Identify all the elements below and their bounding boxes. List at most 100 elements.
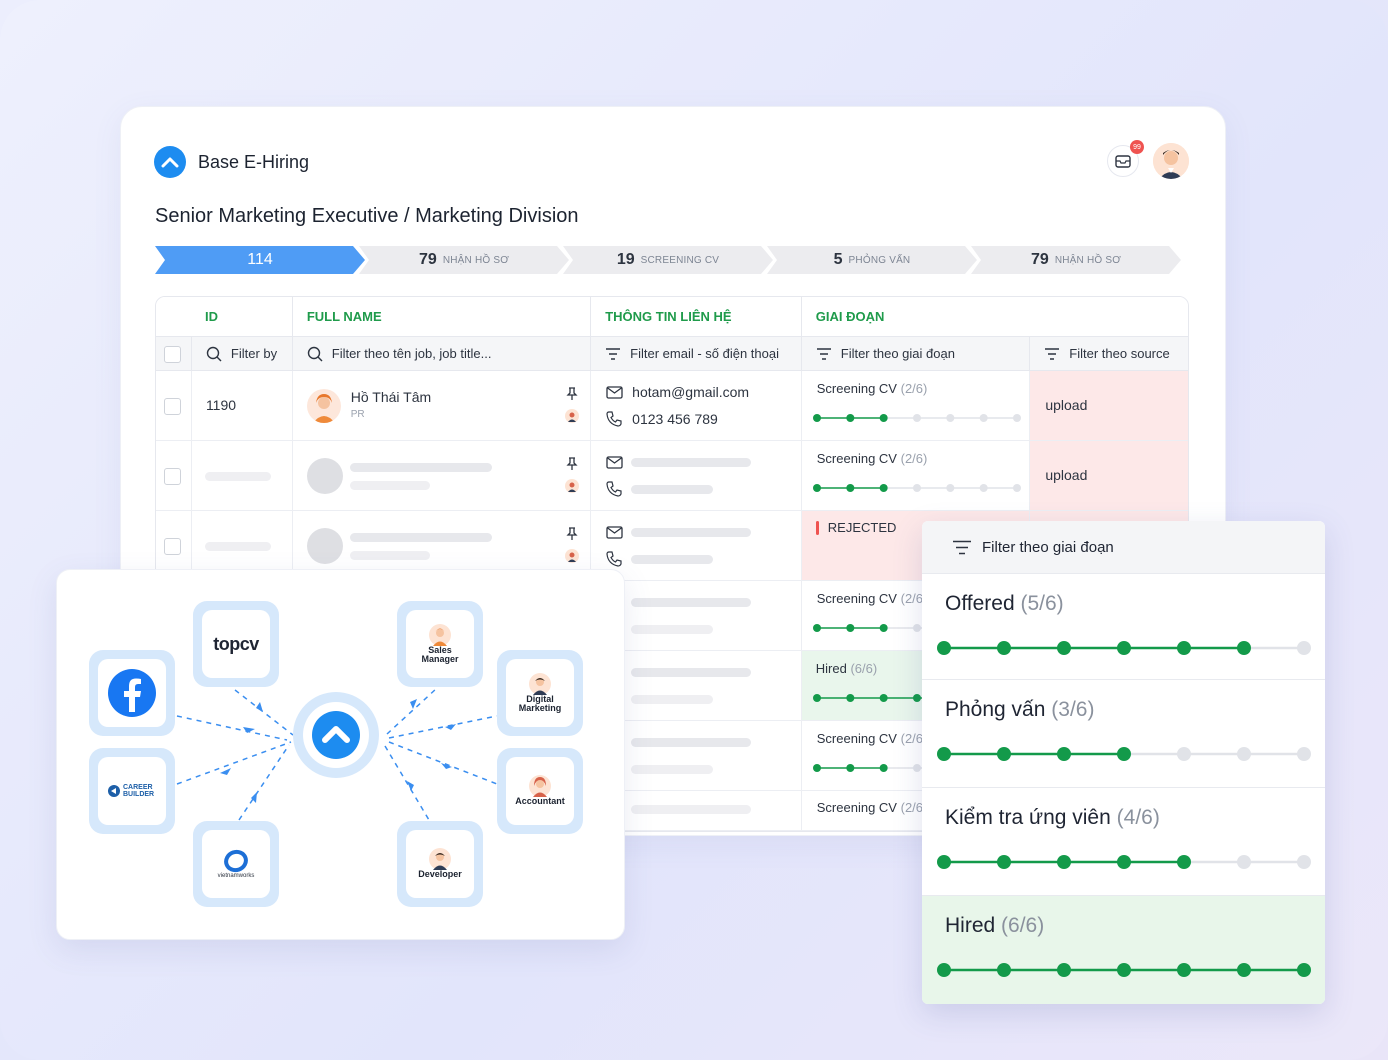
stage-label: Screening CV (2/6) — [816, 591, 928, 606]
progress-node — [1297, 747, 1311, 761]
stage-option-label: Hired (6/6) — [945, 914, 1045, 937]
placeholder — [631, 765, 714, 774]
candidate-role: PR — [350, 409, 365, 420]
column-full-name[interactable]: FULL NAME — [293, 297, 592, 336]
dest-digital-marketing[interactable]: Digital Marketing — [497, 650, 583, 736]
popup-title: Filter theo giai đoạn — [982, 538, 1114, 556]
stage-label: Hired (6/6) — [815, 661, 878, 676]
progress-node — [1057, 855, 1071, 869]
column-id[interactable]: ID — [156, 297, 293, 336]
stage-option-kiem-tra[interactable]: Kiểm tra ứng viên (4/6) — [922, 787, 1325, 893]
table-row[interactable]: Screening CV (2/6) upload — [156, 441, 1188, 511]
filter-source[interactable]: Filter theo source — [1030, 337, 1188, 370]
progress-node — [879, 694, 888, 702]
brand-name: Base E-Hiring — [198, 151, 310, 172]
popup-header: Filter theo giai đoạn — [922, 521, 1325, 573]
progress-node — [846, 414, 855, 422]
source-topcv[interactable]: topcv — [193, 601, 279, 687]
row-checkbox[interactable] — [164, 397, 181, 415]
progress-node — [946, 484, 955, 492]
dest-developer[interactable]: Developer — [397, 821, 483, 907]
progress-node — [846, 764, 855, 772]
source-careerbuilder[interactable]: CAREER BUILDER — [89, 748, 175, 834]
candidate-name[interactable]: Hồ Thái Tâm — [351, 389, 431, 405]
placeholder — [631, 668, 752, 677]
dest-accountant[interactable]: Accountant — [497, 748, 583, 834]
placeholder — [349, 463, 492, 472]
pipeline-stage-phong-van[interactable]: 5 PHỎNG VẤN — [767, 246, 977, 274]
progress-node — [1012, 484, 1021, 492]
progress-node — [979, 484, 988, 492]
assignee-avatar-icon[interactable] — [564, 409, 579, 423]
phone-icon — [606, 411, 622, 427]
stage-progress — [812, 484, 1021, 492]
stage-option-label: Offered (5/6) — [945, 592, 1064, 615]
filter-icon — [953, 540, 971, 554]
integration-diagram: topcv CAREER BUILDER vietnamworks Sales … — [56, 569, 625, 940]
filter-contact[interactable]: Filter email - số điện thoại — [591, 337, 802, 370]
filter-id[interactable]: Filter by — [192, 337, 293, 370]
stage-option-offered[interactable]: Offered (5/6) — [922, 573, 1325, 679]
column-contact[interactable]: THÔNG TIN LIÊN HỆ — [591, 297, 802, 336]
vietnamworks-logo: vietnamworks — [217, 872, 255, 879]
progress-node — [912, 694, 921, 702]
filter-name[interactable]: Filter theo tên job, job title... — [293, 337, 592, 370]
progress-node — [1057, 641, 1071, 655]
progress-node — [879, 484, 888, 492]
inbox-button[interactable]: 99 — [1107, 140, 1144, 177]
stage-label: Screening CV (2/6) — [816, 731, 928, 746]
pipeline-stage-all[interactable]: 114 — [155, 246, 365, 274]
pin-icon[interactable] — [566, 527, 578, 541]
placeholder — [631, 805, 752, 814]
column-stage[interactable]: GIAI ĐOẠN — [802, 297, 1188, 336]
search-icon — [307, 346, 323, 361]
placeholder — [631, 528, 752, 537]
select-all-checkbox[interactable] — [164, 345, 181, 363]
topcv-logo: topcv — [213, 633, 259, 654]
filter-stage[interactable]: Filter theo giai đoạn — [802, 337, 1031, 370]
placeholder — [631, 695, 714, 704]
stage-label: REJECTED — [827, 520, 897, 535]
stage-option-hired[interactable]: Hired (6/6) — [922, 895, 1325, 1004]
filter-icon — [606, 347, 621, 360]
digital-marketing-avatar-icon — [529, 672, 551, 695]
pin-icon[interactable] — [566, 457, 578, 471]
table-row[interactable]: 1190 Hồ Thái Tâm PR hotam@gmail.com 0123… — [156, 371, 1188, 441]
stage-filter-popup: Filter theo giai đoạn Offered (5/6) Phỏn… — [922, 521, 1325, 1004]
candidate-email[interactable]: hotam@gmail.com — [632, 384, 749, 400]
base-hub[interactable] — [293, 692, 379, 778]
source-facebook[interactable] — [89, 650, 175, 736]
user-avatar[interactable] — [1153, 143, 1189, 179]
placeholder — [631, 738, 752, 747]
progress-node — [946, 414, 955, 422]
page-title: Senior Marketing Executive / Marketing D… — [155, 205, 579, 227]
sales-manager-avatar-icon — [429, 623, 451, 646]
candidate-phone[interactable]: 0123 456 789 — [632, 411, 718, 427]
pin-icon[interactable] — [566, 387, 578, 401]
row-checkbox[interactable] — [164, 467, 181, 485]
stage-option-phong-van[interactable]: Phỏng vấn (3/6) — [922, 679, 1325, 785]
table-header: ID FULL NAME THÔNG TIN LIÊN HỆ GIAI ĐOẠN — [156, 297, 1188, 337]
row-checkbox[interactable] — [164, 537, 181, 555]
digital-marketing-label: Digital Marketing — [518, 693, 562, 713]
pipeline-stage-nhan-ho-so[interactable]: 79 NHẬN HỒ SƠ — [359, 246, 569, 274]
progress-node — [1177, 641, 1191, 655]
pipeline-stage-nhan-ho-so-2[interactable]: 79 NHẬN HỒ SƠ — [971, 246, 1181, 274]
stage-option-progress — [937, 963, 1311, 977]
brand[interactable]: Base E-Hiring — [154, 146, 309, 178]
progress-node — [812, 484, 821, 492]
pipeline-stage-screening[interactable]: 19 SCREENING CV — [563, 246, 773, 274]
stage-option-progress — [937, 641, 1311, 655]
notification-badge: 99 — [1130, 140, 1144, 154]
source-value: upload — [1045, 467, 1088, 483]
source-vietnamworks[interactable]: vietnamworks — [193, 821, 279, 907]
accountant-label: Accountant — [515, 796, 565, 807]
progress-node — [846, 624, 855, 632]
progress-node — [812, 764, 821, 772]
progress-node — [1177, 747, 1191, 761]
assignee-avatar-icon[interactable] — [564, 479, 579, 493]
assignee-avatar-icon[interactable] — [564, 549, 579, 563]
progress-node — [846, 484, 855, 492]
dest-sales-manager[interactable]: Sales Manager — [397, 601, 483, 687]
rejected-marker — [815, 521, 819, 535]
